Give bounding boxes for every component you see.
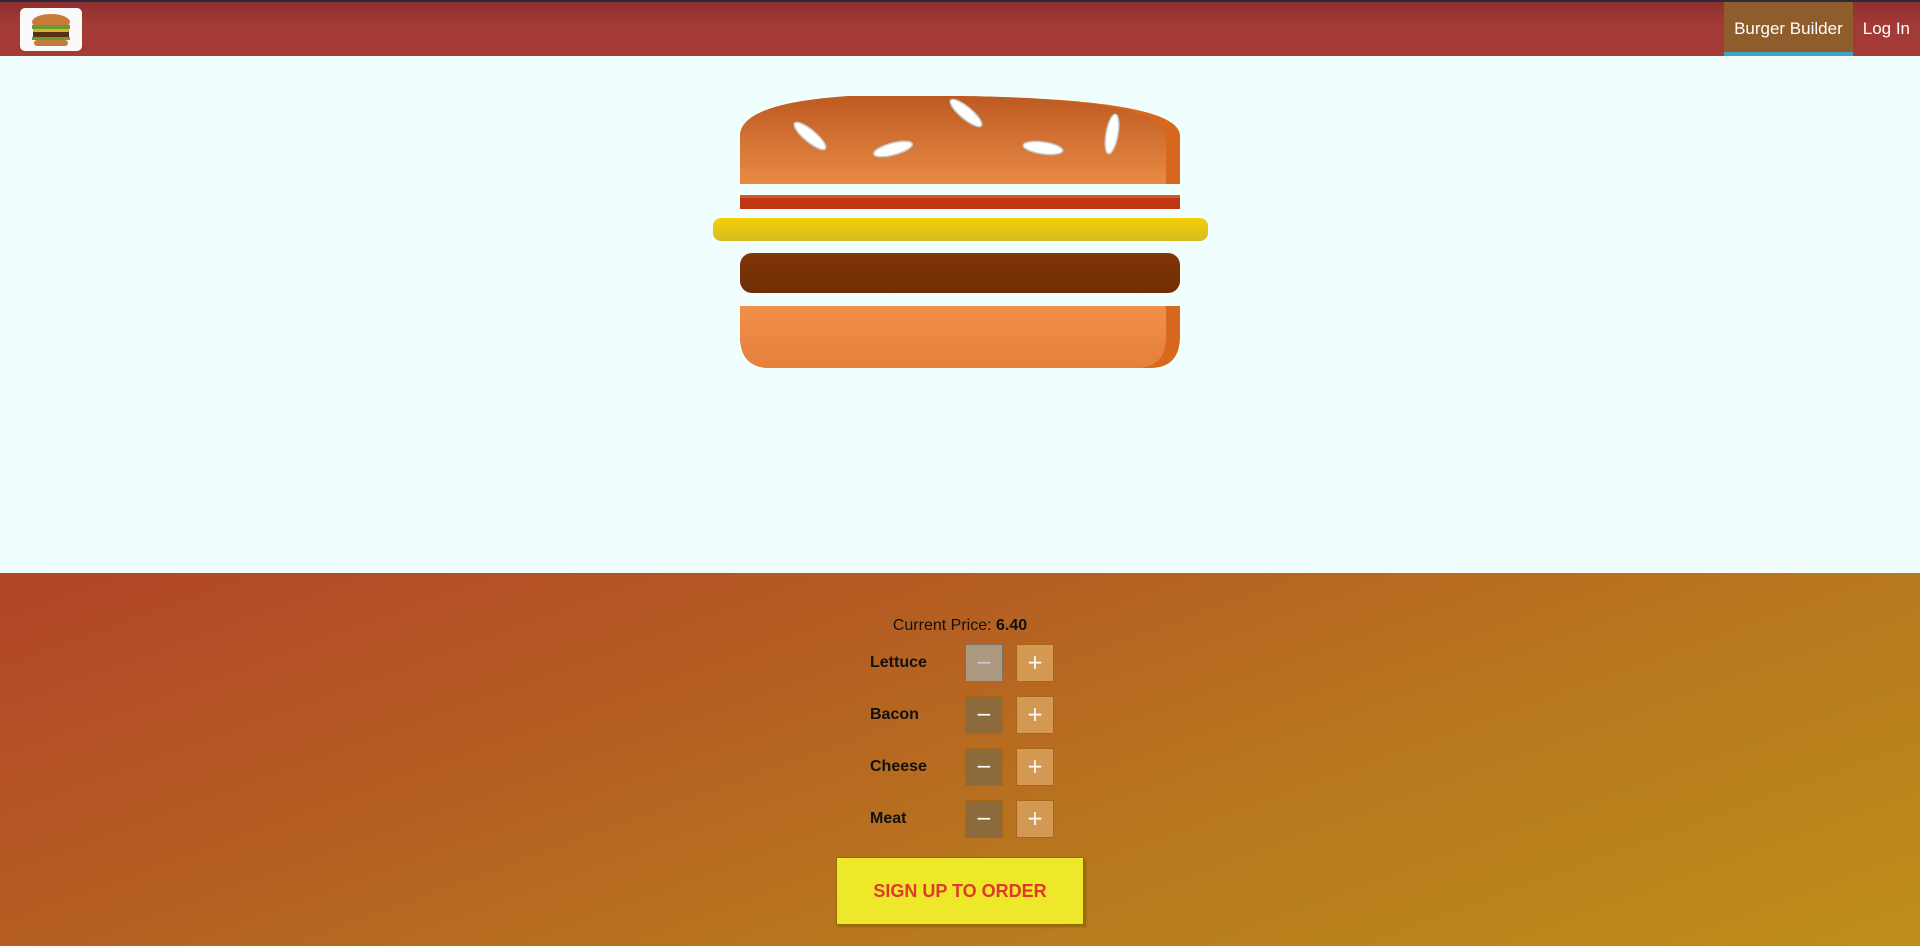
control-label: Meat <box>870 810 907 827</box>
lettuce-more-button[interactable]: + <box>1016 644 1054 682</box>
burger-logo-graphic <box>32 14 70 46</box>
control-label: Cheese <box>870 758 927 775</box>
current-price: Current Price: 6.40 <box>0 617 1920 635</box>
lettuce-less-button[interactable]: − <box>965 644 1003 682</box>
nav-log-in[interactable]: Log In <box>1853 2 1920 56</box>
bread-top <box>740 96 1180 184</box>
control-label: Bacon <box>870 706 919 723</box>
control-label: Lettuce <box>870 654 927 671</box>
control-cheese: Cheese − + <box>870 748 1070 788</box>
bread-bottom <box>740 306 1180 368</box>
bacon-more-button[interactable]: + <box>1016 696 1054 734</box>
meat-more-button[interactable]: + <box>1016 800 1054 838</box>
bacon-less-button[interactable]: − <box>965 696 1003 734</box>
cheese-less-button[interactable]: − <box>965 748 1003 786</box>
control-lettuce: Lettuce − + <box>870 644 1070 684</box>
burger-preview <box>0 56 1920 573</box>
bacon <box>740 195 1180 209</box>
nav-burger-builder[interactable]: Burger Builder <box>1724 2 1853 56</box>
main-nav: Burger Builder Log In <box>1724 2 1920 56</box>
price-value: 6.40 <box>996 617 1028 634</box>
cheese <box>713 218 1208 241</box>
control-meat: Meat − + <box>870 800 1070 840</box>
control-bacon: Bacon − + <box>870 696 1070 736</box>
meat-less-button[interactable]: − <box>965 800 1003 838</box>
build-controls: Current Price: 6.40 Lettuce − + Bacon − … <box>0 573 1920 946</box>
order-button[interactable]: SIGN UP TO ORDER <box>836 857 1084 925</box>
burger-logo-icon[interactable] <box>20 8 82 51</box>
price-label: Current Price: <box>892 617 992 634</box>
meat <box>740 253 1180 293</box>
toolbar: Burger Builder Log In <box>0 0 1920 56</box>
cheese-more-button[interactable]: + <box>1016 748 1054 786</box>
burger-graphic <box>713 96 1208 368</box>
